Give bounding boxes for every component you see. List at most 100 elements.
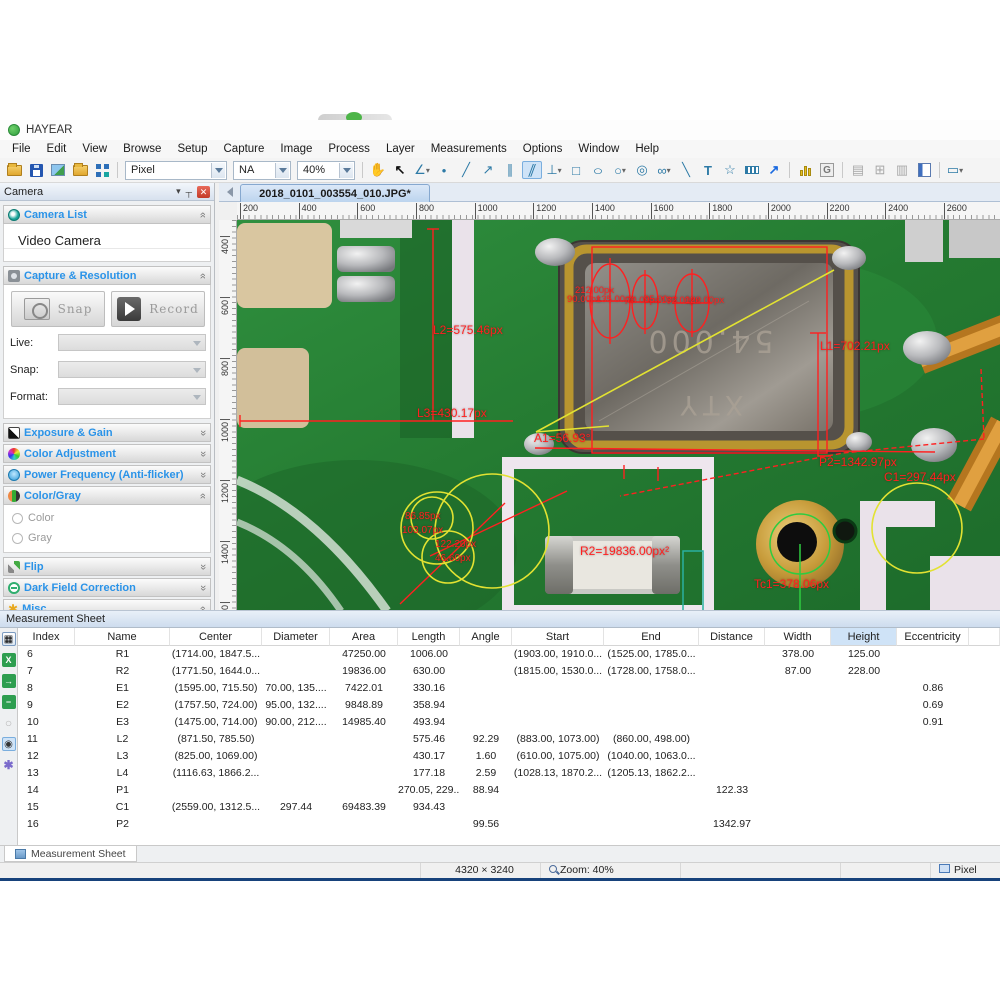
perpendicular-tool-button[interactable]: ⊥▾ (544, 161, 564, 179)
column-header-diameter[interactable]: Diameter (262, 628, 330, 646)
table-row[interactable]: 14P1270.05, 229...88.94122.33 (18, 782, 1000, 799)
expand-icon[interactable]: » (197, 584, 209, 590)
menu-item-process[interactable]: Process (320, 143, 378, 155)
arrow-line-tool-button[interactable]: ↗ (478, 161, 498, 179)
text-tool-button[interactable]: T (698, 161, 718, 179)
unit-combo[interactable]: Pixel (125, 161, 227, 180)
excel-remove-icon[interactable]: − (2, 695, 16, 709)
arrow-annotation-button[interactable]: ↗ (764, 161, 784, 179)
live-resolution-combo[interactable] (58, 334, 206, 351)
menu-item-window[interactable]: Window (570, 143, 627, 155)
menu-item-measurements[interactable]: Measurements (423, 143, 515, 155)
snap-button[interactable]: Snap (11, 291, 105, 327)
parallel-tool-button[interactable]: ∥ (500, 161, 520, 179)
table-row[interactable]: 8E1(1595.00, 715.50)70.00, 135....7422.0… (18, 680, 1000, 697)
column-header-width[interactable]: Width (765, 628, 831, 646)
na-combo[interactable]: NA (233, 161, 291, 180)
expand-icon[interactable]: » (197, 563, 209, 569)
menu-item-browse[interactable]: Browse (115, 143, 169, 155)
column-header-angle[interactable]: Angle (460, 628, 512, 646)
column-header-area[interactable]: Area (330, 628, 398, 646)
linked-circles-tool-button[interactable]: ∞▾ (654, 161, 674, 179)
center-marker-icon[interactable]: ◉ (2, 737, 16, 751)
menu-item-options[interactable]: Options (515, 143, 571, 155)
section-color-adjustment[interactable]: Color Adjustment » (3, 444, 211, 463)
table-row[interactable]: 16P299.561342.97 (18, 816, 1000, 833)
table-row[interactable]: 15C1(2559.00, 1312.5...297.4469483.39934… (18, 799, 1000, 816)
panel-menu-icon[interactable]: ▾ (176, 186, 181, 197)
format-combo[interactable] (58, 388, 206, 405)
parallel-hatch-tool-button[interactable]: ∥ (522, 161, 542, 179)
section-dark-field[interactable]: Dark Field Correction » (3, 578, 211, 597)
section-flip[interactable]: Flip » (3, 557, 211, 576)
zoom-combo[interactable]: 40% (297, 161, 355, 180)
column-header-name[interactable]: Name (75, 628, 170, 646)
column-header-height[interactable]: Height (831, 628, 897, 646)
line-tool-button[interactable]: ╱ (456, 161, 476, 179)
ring-icon[interactable]: ○ (2, 716, 16, 730)
measurement-sheet-tab[interactable]: Measurement Sheet (4, 846, 137, 862)
collapse-icon[interactable]: » (197, 211, 209, 217)
table-row[interactable]: 12L3(825.00, 1069.00)430.171.60(610.00, … (18, 748, 1000, 765)
snap-resolution-combo[interactable] (58, 361, 206, 378)
chart-button[interactable] (795, 161, 815, 179)
new-window-button[interactable]: ▭▾ (945, 161, 965, 179)
section-power-frequency[interactable]: Power Frequency (Anti-flicker) » (3, 465, 211, 484)
table-row[interactable]: 9E2(1757.50, 724.00)95.00, 132....9848.8… (18, 697, 1000, 714)
circle-tool-button[interactable]: ○▾ (610, 161, 630, 179)
section-exposure-gain[interactable]: Exposure & Gain » (3, 423, 211, 442)
menu-item-edit[interactable]: Edit (39, 143, 75, 155)
resolution-grid-button[interactable] (92, 161, 112, 179)
section-color-gray[interactable]: Color/Gray » (3, 486, 211, 505)
record-button[interactable]: Record (111, 291, 205, 327)
column-header-end[interactable]: End (604, 628, 699, 646)
open-file-button[interactable] (4, 161, 24, 179)
camera-list-item[interactable]: Video Camera (4, 224, 210, 249)
merge-button[interactable]: ⊞ (870, 161, 890, 179)
column-header-start[interactable]: Start (512, 628, 604, 646)
table-row[interactable]: 6R1(1714.00, 1847.5...47250.001006.00(19… (18, 646, 1000, 663)
arc-tool-button[interactable]: ╲ (676, 161, 696, 179)
collapse-icon[interactable]: » (197, 272, 209, 278)
rectangle-tool-button[interactable]: □ (566, 161, 586, 179)
notebook-button[interactable] (914, 161, 934, 179)
menu-item-setup[interactable]: Setup (169, 143, 215, 155)
table-row[interactable]: 13L4(1116.63, 1866.2...177.182.59(1028.1… (18, 765, 1000, 782)
section-capture-resolution[interactable]: Capture & Resolution » (3, 266, 211, 285)
table-row[interactable]: 10E3(1475.00, 714.00)90.00, 212....14985… (18, 714, 1000, 731)
export-excel-arrow-icon[interactable]: → (2, 674, 16, 688)
menu-item-view[interactable]: View (74, 143, 115, 155)
ellipse-tool-button[interactable]: ○ (588, 161, 608, 179)
select-tool-button[interactable]: ↖ (390, 161, 410, 179)
expand-icon[interactable]: » (197, 450, 209, 456)
menu-item-image[interactable]: Image (272, 143, 320, 155)
gray-radio[interactable]: Gray (12, 532, 52, 544)
color-radio[interactable]: Color (12, 512, 54, 524)
point-tool-button[interactable]: • (434, 161, 454, 179)
image-canvas[interactable]: 54.000 XTY (237, 220, 1000, 611)
export-excel-icon[interactable]: X (2, 653, 16, 667)
menu-item-file[interactable]: File (4, 143, 39, 155)
collapse-icon[interactable]: » (197, 492, 209, 498)
pan-tool-button[interactable]: ✋ (368, 161, 388, 179)
document-tab[interactable]: 2018_0101_003554_010.JPG* (240, 184, 430, 202)
panel-close-button[interactable]: ✕ (197, 186, 210, 198)
table-row[interactable]: 7R2(1771.50, 1644.0...19836.00630.00(181… (18, 663, 1000, 680)
layers-button[interactable]: ▤ (848, 161, 868, 179)
angle-tool-button[interactable]: ∠▾ (412, 161, 432, 179)
column-header-length[interactable]: Length (398, 628, 460, 646)
sheet-icon[interactable]: ▦ (2, 632, 16, 646)
save-button[interactable] (26, 161, 46, 179)
column-header-index[interactable]: Index (18, 628, 75, 646)
concentric-tool-button[interactable]: ◎ (632, 161, 652, 179)
column-header-eccentricity[interactable]: Eccentricity (897, 628, 969, 646)
column-header-center[interactable]: Center (170, 628, 262, 646)
table-row[interactable]: 11L2(871.50, 785.50)575.4692.29(883.00, … (18, 731, 1000, 748)
pin-icon[interactable]: ┬ (186, 187, 192, 197)
column-header-distance[interactable]: Distance (699, 628, 765, 646)
expand-icon[interactable]: » (197, 429, 209, 435)
browse-folder-button[interactable] (70, 161, 90, 179)
settings-gear-icon[interactable]: ✱ (2, 758, 16, 772)
export-button[interactable]: ▥ (892, 161, 912, 179)
tab-scroll-left-icon[interactable] (222, 187, 233, 197)
